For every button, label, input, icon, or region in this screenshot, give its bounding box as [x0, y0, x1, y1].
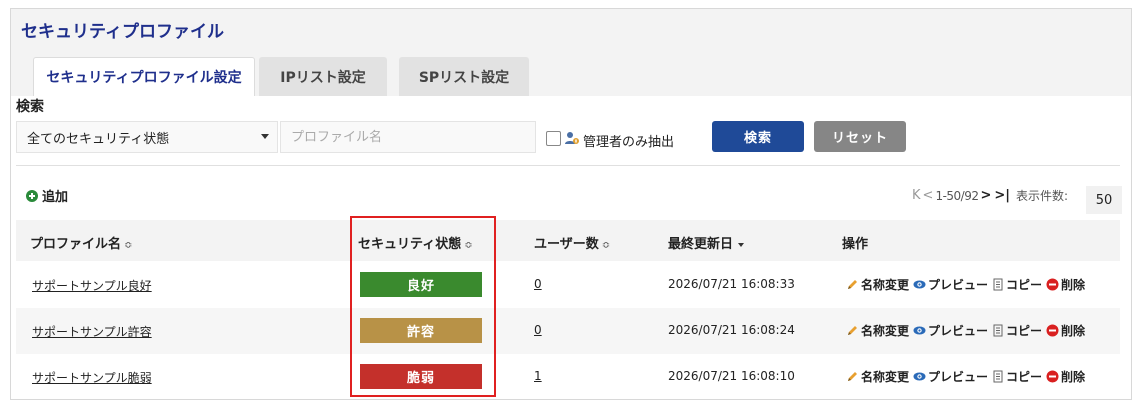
last-updated: 2026/07/21 16:08:24	[668, 323, 795, 337]
page-title: セキュリティプロファイル	[21, 22, 224, 42]
preview-action[interactable]: プレビュー	[913, 276, 988, 293]
reset-button[interactable]: リセット	[814, 121, 906, 152]
page-range: 1-50/92	[935, 188, 979, 203]
status-badge: 許容	[360, 318, 482, 343]
profile-name-link[interactable]: サポートサンプル良好	[32, 277, 152, 294]
user-count-link[interactable]: 0	[534, 277, 542, 291]
sort-icon: ≎	[124, 240, 133, 251]
copy-icon	[993, 324, 1003, 337]
delete-action[interactable]: 削除	[1046, 322, 1085, 339]
table-row: サポートサンプル脆弱 脆弱 1 2026/07/21 16:08:10 名称変更 プレビュ…	[16, 354, 1120, 400]
delete-action[interactable]: 削除	[1046, 276, 1085, 293]
preview-action[interactable]: プレビュー	[913, 368, 988, 385]
security-status-select[interactable]: 全てのセキュリティ状態	[16, 121, 278, 153]
row-actions: 名称変更 プレビュー コピー 削除	[846, 368, 1089, 385]
last-updated: 2026/07/21 16:08:10	[668, 369, 795, 383]
rename-action[interactable]: 名称変更	[846, 368, 909, 385]
first-page-button[interactable]: K	[912, 188, 921, 203]
status-badge: 脆弱	[360, 364, 482, 389]
table-header: プロファイル名 ≎ セキュリティ状態 ≎ ユーザー数 ≎ 最終更新日 操作	[16, 220, 1120, 261]
next-page-button[interactable]: >	[980, 188, 991, 203]
sort-icon: ≎	[601, 240, 611, 251]
add-circle-icon	[26, 189, 38, 202]
per-page-select[interactable]: 50	[1086, 186, 1122, 214]
profile-name-input[interactable]	[280, 121, 536, 153]
search-button[interactable]: 検索	[712, 121, 804, 152]
column-header-last-updated[interactable]: 最終更新日	[668, 233, 745, 252]
profile-name-link[interactable]: サポートサンプル脆弱	[32, 369, 152, 386]
user-count-link[interactable]: 0	[534, 323, 542, 337]
pencil-icon	[848, 326, 857, 335]
row-actions: 名称変更 プレビュー コピー 削除	[846, 322, 1089, 339]
prev-page-button[interactable]: <	[923, 188, 934, 203]
tab-sp-list[interactable]: SPリスト設定	[399, 57, 529, 96]
chevron-down-icon	[261, 134, 269, 139]
divider	[16, 165, 1120, 166]
pencil-icon	[848, 372, 857, 381]
copy-action[interactable]: コピー	[992, 276, 1042, 293]
add-label: 追加	[42, 190, 69, 205]
eye-icon	[913, 326, 926, 335]
eye-icon	[913, 372, 926, 381]
copy-icon	[993, 278, 1003, 291]
status-badge: 良好	[360, 272, 482, 297]
row-actions: 名称変更 プレビュー コピー 削除	[846, 276, 1089, 293]
sort-icon: ≎	[464, 240, 473, 251]
delete-icon	[1046, 324, 1059, 337]
last-updated: 2026/07/21 16:08:33	[668, 277, 795, 291]
rename-action[interactable]: 名称変更	[846, 322, 909, 339]
admin-only-label: 管理者のみ抽出	[583, 135, 675, 150]
copy-action[interactable]: コピー	[992, 368, 1042, 385]
preview-action[interactable]: プレビュー	[913, 322, 988, 339]
column-header-actions: 操作	[842, 237, 869, 252]
security-status-value: 全てのセキュリティ状態	[27, 131, 170, 147]
table-row: サポートサンプル良好 良好 0 2026/07/21 16:08:33 名称変更 プレビュ…	[16, 262, 1120, 308]
column-header-security-status[interactable]: セキュリティ状態 ≎	[358, 233, 473, 252]
user-count-link[interactable]: 1	[534, 369, 542, 383]
admin-only-checkbox[interactable]	[546, 131, 561, 146]
add-button[interactable]: 追加	[26, 186, 68, 205]
column-header-profile-name[interactable]: プロファイル名 ≎	[30, 233, 132, 252]
tab-security-profile[interactable]: セキュリティプロファイル設定	[33, 57, 255, 96]
tab-ip-list[interactable]: IPリスト設定	[259, 57, 387, 96]
profile-name-link[interactable]: サポートサンプル許容	[32, 323, 152, 340]
copy-icon	[993, 370, 1003, 383]
delete-action[interactable]: 削除	[1046, 368, 1085, 385]
pagination: K < 1-50/92 > >| 表示件数:	[912, 187, 1068, 204]
search-heading: 検索	[16, 99, 44, 115]
rename-action[interactable]: 名称変更	[846, 276, 909, 293]
table-row: サポートサンプル許容 許容 0 2026/07/21 16:08:24 名称変更 プレビュ…	[16, 308, 1120, 354]
column-header-user-count[interactable]: ユーザー数 ≎	[534, 233, 610, 252]
last-page-button[interactable]: >|	[994, 188, 1010, 203]
sort-desc-icon	[738, 242, 745, 247]
delete-icon	[1046, 370, 1059, 383]
page-header: セキュリティプロファイル セキュリティプロファイル設定 IPリスト設定 SPリス…	[11, 9, 1131, 96]
copy-action[interactable]: コピー	[992, 322, 1042, 339]
delete-icon	[1046, 278, 1059, 291]
per-page-label: 表示件数:	[1016, 189, 1069, 203]
pencil-icon	[848, 280, 857, 289]
admin-user-icon	[565, 132, 579, 144]
eye-icon	[913, 280, 926, 289]
